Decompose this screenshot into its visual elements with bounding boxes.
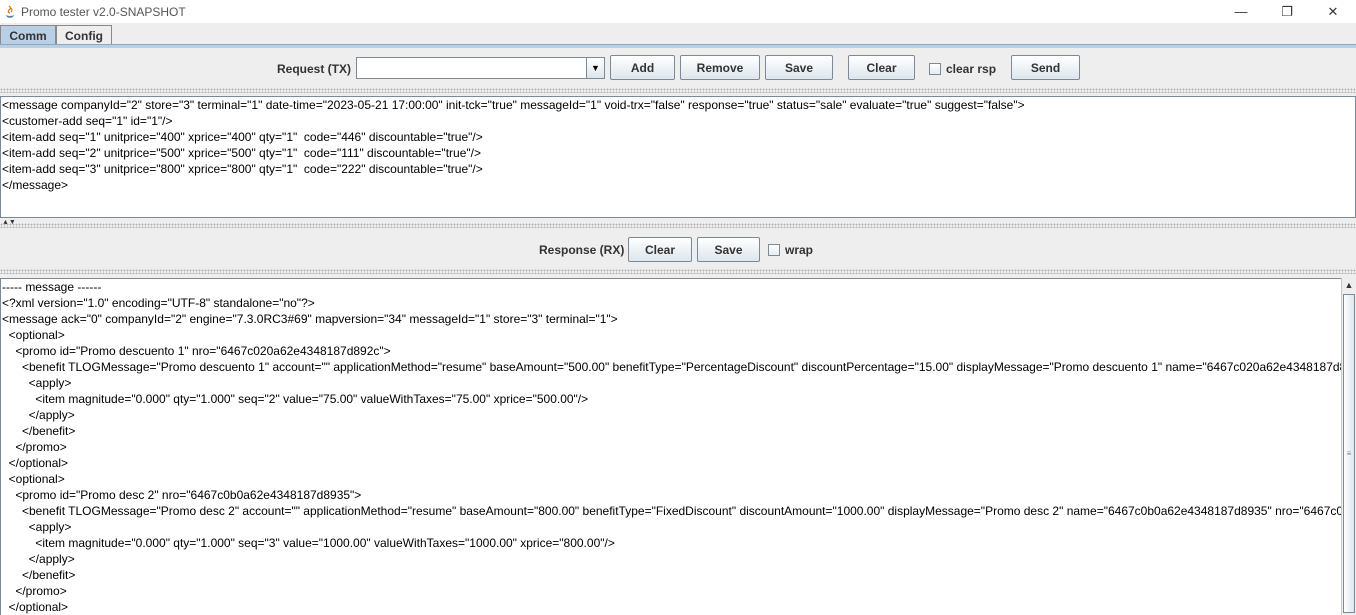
response-line: <promo id="Promo desc 2" nro="6467c0b0a6… [2, 488, 362, 502]
request-text-area[interactable]: <message companyId="2" store="3" termina… [0, 96, 1356, 218]
request-line: <item-add seq="2" unitprice="500" xprice… [2, 146, 481, 160]
response-line: <optional> [2, 328, 65, 342]
window-controls: — ❐ ✕ [1218, 0, 1356, 23]
tab-config[interactable]: Config [56, 25, 112, 45]
request-label: Request (TX) [277, 62, 352, 76]
response-line: <promo id="Promo descuento 1" nro="6467c… [2, 344, 391, 358]
response-line: <optional> [2, 472, 65, 486]
response-line: ----- message ------ [2, 280, 102, 294]
request-line: <message companyId="2" store="3" termina… [2, 98, 1025, 112]
request-line: <customer-add seq="1" id="1"/> [2, 114, 173, 128]
title-bar: Promo tester v2.0-SNAPSHOT — ❐ ✕ [0, 0, 1356, 24]
response-line: <benefit TLOGMessage="Promo descuento 1"… [2, 360, 1341, 374]
response-divider [0, 269, 1356, 274]
scrollbar-thumb[interactable]: ≡ [1343, 294, 1355, 613]
response-line: </apply> [2, 552, 75, 566]
response-line: <?xml version="1.0" encoding="UTF-8" sta… [2, 296, 315, 310]
save-request-button[interactable]: Save [765, 55, 833, 80]
response-label: Response (RX) [539, 243, 625, 257]
request-toolbar: Request (TX) ▼ Add Remove Save Clear cle… [0, 48, 1356, 86]
response-line: <apply> [2, 376, 72, 390]
restore-icon[interactable]: ❐ [1264, 0, 1310, 23]
request-line: <item-add seq="1" unitprice="400" xprice… [2, 130, 483, 144]
response-line: </promo> [2, 584, 67, 598]
response-line: </benefit> [2, 424, 76, 438]
send-button[interactable]: Send [1011, 55, 1080, 80]
request-line: </message> [2, 178, 69, 192]
scroll-up-icon[interactable]: ▲ [1342, 278, 1356, 292]
response-line: <item magnitude="0.000" qty="1.000" seq=… [2, 392, 589, 406]
request-line: <item-add seq="3" unitprice="800" xprice… [2, 162, 483, 176]
response-line: </optional> [2, 600, 69, 614]
response-line: <item magnitude="0.000" qty="1.000" seq=… [2, 536, 615, 550]
response-line: <message ack="0" companyId="2" engine="7… [2, 312, 618, 326]
wrap-label: wrap [785, 243, 814, 257]
wrap-checkbox[interactable] [768, 244, 780, 256]
request-divider [0, 88, 1356, 93]
tab-comm[interactable]: Comm [0, 25, 56, 45]
clear-request-button[interactable]: Clear [848, 55, 915, 80]
add-button[interactable]: Add [610, 55, 675, 80]
minimize-icon[interactable]: — [1218, 0, 1264, 23]
response-line: </optional> [2, 456, 69, 470]
close-icon[interactable]: ✕ [1310, 0, 1356, 23]
response-scrollbar[interactable]: ▲ ≡ [1341, 278, 1356, 615]
response-text-area[interactable]: ----- message ------ <?xml version="1.0"… [0, 278, 1341, 615]
remove-button[interactable]: Remove [680, 55, 760, 80]
response-line: <apply> [2, 520, 72, 534]
response-line: </promo> [2, 440, 67, 454]
save-response-button[interactable]: Save [697, 237, 760, 262]
window-title: Promo tester v2.0-SNAPSHOT [21, 4, 186, 19]
chevron-down-icon[interactable]: ▼ [586, 58, 604, 78]
response-line: </apply> [2, 408, 75, 422]
clear-rsp-label: clear rsp [946, 62, 997, 76]
java-app-icon [3, 4, 17, 19]
clear-response-button[interactable]: Clear [628, 237, 692, 262]
response-line: <benefit TLOGMessage="Promo desc 2" acco… [2, 504, 1341, 518]
request-combo[interactable]: ▼ [356, 57, 605, 79]
response-line: </benefit> [2, 568, 76, 582]
split-pane-divider[interactable] [0, 223, 1356, 228]
clear-rsp-checkbox[interactable] [929, 63, 941, 75]
